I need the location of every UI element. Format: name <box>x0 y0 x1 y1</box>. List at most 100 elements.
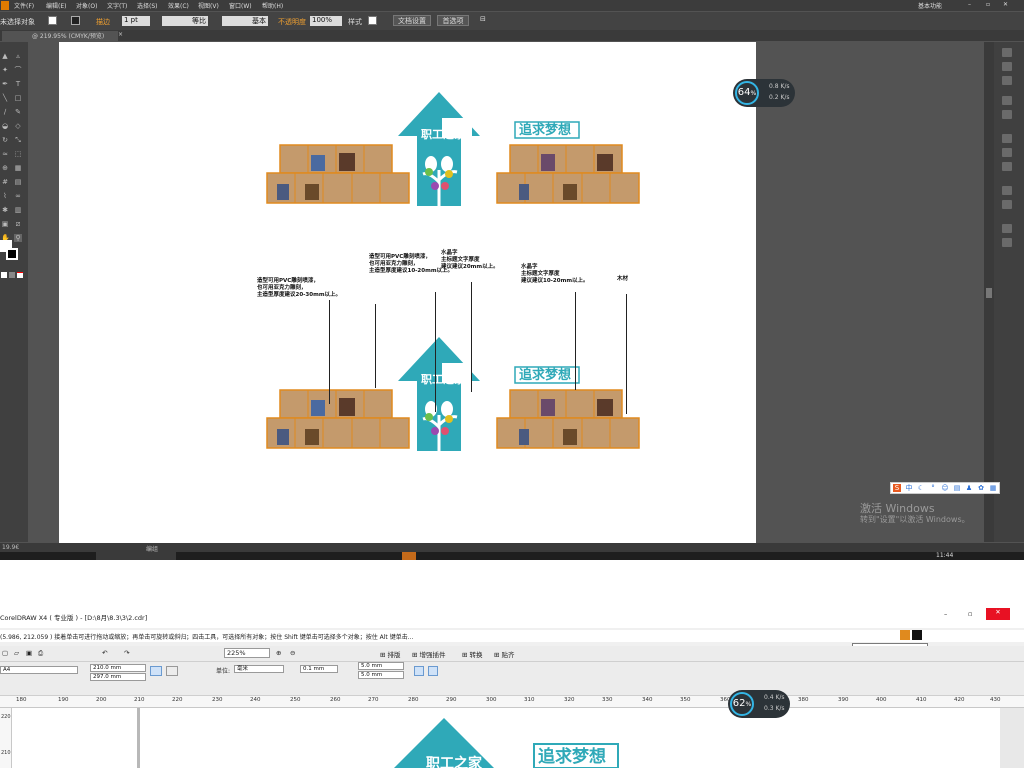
preferences-button[interactable]: 首选项 <box>437 15 469 26</box>
horizontal-ruler[interactable]: 180 190 200 210 220 230 240 250 260 270 … <box>0 696 1024 708</box>
vertical-scrollbar[interactable] <box>984 42 994 542</box>
zoom-tool-icon[interactable]: ⚲ <box>14 234 22 242</box>
rectangle-tool-icon[interactable]: □ <box>14 94 22 102</box>
undo-icon[interactable]: ↶ <box>102 649 107 657</box>
type-tool-icon[interactable]: T <box>14 80 22 88</box>
magic-wand-tool-icon[interactable]: ✦ <box>1 66 9 74</box>
close-button[interactable]: ✕ <box>1003 1 1008 8</box>
direct-selection-tool-icon[interactable]: ▵ <box>14 52 22 60</box>
duplicate-y-field[interactable]: 5.0 mm <box>358 671 404 679</box>
sogou-icon[interactable]: S <box>893 484 901 492</box>
stroke-color-box[interactable] <box>6 248 18 260</box>
toolbar-layout[interactable]: ⊞ 排版 <box>380 649 401 659</box>
zoom-out-icon[interactable]: ⊖ <box>290 649 295 657</box>
stroke-label[interactable]: 描边 <box>96 17 110 27</box>
color-guide-panel-icon[interactable] <box>1002 62 1012 71</box>
toolbar-plugins[interactable]: ⊞ 增强插件 <box>412 649 446 659</box>
symbol-sprayer-tool-icon[interactable]: ✱ <box>1 206 9 214</box>
blob-brush-tool-icon[interactable]: ◒ <box>1 122 9 130</box>
cdr-close-button[interactable]: ✕ <box>986 608 1010 620</box>
close-tab-icon[interactable]: × <box>118 31 123 38</box>
toolbar-snap[interactable]: ⊞ 贴齐 <box>494 649 515 659</box>
scale-tool-icon[interactable]: ⤡ <box>14 136 22 144</box>
ime-moon-icon[interactable]: ☾ <box>917 484 925 492</box>
taskbar-app-1[interactable] <box>96 552 176 560</box>
style-swatch[interactable] <box>368 16 377 25</box>
perspective-grid-tool-icon[interactable]: ▦ <box>14 164 22 172</box>
stroke-swatch[interactable] <box>71 16 80 25</box>
menu-file[interactable]: 文件(F) <box>14 1 34 10</box>
ime-lang-icon[interactable]: 中 <box>905 484 913 492</box>
slice-tool-icon[interactable]: ⧄ <box>14 220 22 228</box>
appearance-panel-icon[interactable] <box>1002 186 1012 195</box>
menu-window[interactable]: 窗口(W) <box>229 1 252 10</box>
pencil-tool-icon[interactable]: ✎ <box>14 108 22 116</box>
nudge-distance-field[interactable]: 0.1 mm <box>300 665 338 673</box>
artboard-tool-icon[interactable]: ▣ <box>1 220 9 228</box>
cdr-restore-button[interactable]: ▫ <box>968 610 972 618</box>
gradient-panel-icon[interactable] <box>1002 148 1012 157</box>
opacity-label[interactable]: 不透明度 <box>278 17 306 27</box>
line-tool-icon[interactable]: ╲ <box>1 94 9 102</box>
page-size-select[interactable]: A4 <box>0 666 78 674</box>
menu-object[interactable]: 对象(O) <box>76 1 97 10</box>
cdr-minimize-button[interactable]: – <box>944 610 947 618</box>
ime-skin-icon[interactable]: ✿ <box>977 484 985 492</box>
brushes-panel-icon[interactable] <box>1002 96 1012 105</box>
menu-view[interactable]: 视图(V) <box>198 1 219 10</box>
fill-swatch[interactable] <box>48 16 57 25</box>
units-link-button[interactable] <box>414 666 424 676</box>
graphic-styles-panel-icon[interactable] <box>1002 200 1012 209</box>
treat-as-filled-button[interactable] <box>428 666 438 676</box>
brush-select[interactable]: 基本 <box>222 16 268 26</box>
artboards-panel-icon[interactable] <box>1002 238 1012 247</box>
workspace-switcher[interactable]: 基本功能 <box>918 1 942 10</box>
open-file-icon[interactable]: ▱ <box>14 649 19 657</box>
redo-icon[interactable]: ↷ <box>124 649 129 657</box>
ime-punct-icon[interactable]: ° <box>929 484 937 492</box>
menu-select[interactable]: 选择(S) <box>137 1 158 10</box>
duplicate-x-field[interactable]: 5.0 mm <box>358 662 404 670</box>
swatches-panel-icon[interactable] <box>1002 76 1012 85</box>
ime-keyboard-icon[interactable]: ▤ <box>953 484 961 492</box>
gradient-mode-button[interactable] <box>9 272 15 278</box>
eraser-tool-icon[interactable]: ◇ <box>14 122 22 130</box>
zoom-level-select[interactable]: 225% <box>224 648 270 658</box>
variable-width-select[interactable]: 等比 <box>162 16 208 26</box>
shape-builder-tool-icon[interactable]: ⊕ <box>1 164 9 172</box>
page-height-field[interactable]: 297.0 mm <box>90 673 146 681</box>
unit-select[interactable]: 毫米 <box>234 665 284 673</box>
save-icon[interactable]: ▣ <box>26 649 32 657</box>
lasso-tool-icon[interactable]: ⌒ <box>14 66 22 74</box>
arrange-icon[interactable]: ⊟ <box>480 15 486 23</box>
restore-button[interactable]: ▫ <box>986 1 990 8</box>
scroll-thumb[interactable] <box>986 288 992 298</box>
print-icon[interactable]: ⎙ <box>38 649 43 658</box>
mesh-tool-icon[interactable]: # <box>1 178 9 186</box>
artboard[interactable]: 职工之家 追求梦想 职工之家 追求梦想 造型可用PVC雕刻喷漆， 也可用亚克力雕… <box>59 42 756 543</box>
cdr-network-speed-widget[interactable]: 62% 0.4 K/s 0.3 K/s <box>728 690 790 718</box>
page-width-field[interactable]: 210.0 mm <box>90 664 146 672</box>
transparency-panel-icon[interactable] <box>1002 162 1012 171</box>
width-tool-icon[interactable]: ≈ <box>1 150 9 158</box>
menu-type[interactable]: 文字(T) <box>107 1 127 10</box>
minimize-button[interactable]: – <box>968 1 971 8</box>
free-transform-tool-icon[interactable]: ⬚ <box>14 150 22 158</box>
ime-menu-icon[interactable]: ▦ <box>989 484 997 492</box>
opacity-field[interactable]: 100% <box>310 16 342 26</box>
drawing-canvas[interactable]: 职工之家 追求梦想 <box>12 708 1000 768</box>
ime-toolbar[interactable]: S 中 ☾ ° ☺ ▤ ♟ ✿ ▦ <box>890 482 1000 494</box>
ime-emoji-icon[interactable]: ☺ <box>941 484 949 492</box>
blend-tool-icon[interactable]: ∞ <box>14 192 22 200</box>
selection-tool-icon[interactable]: ▲ <box>1 52 9 60</box>
pen-tool-icon[interactable]: ✒ <box>1 80 9 88</box>
portrait-button[interactable] <box>150 666 162 676</box>
eyedropper-tool-icon[interactable]: ⌇ <box>1 192 9 200</box>
menu-help[interactable]: 帮助(H) <box>262 1 283 10</box>
stroke-panel-icon[interactable] <box>1002 134 1012 143</box>
rotate-tool-icon[interactable]: ↻ <box>1 136 9 144</box>
document-setup-button[interactable]: 文档设置 <box>393 15 431 26</box>
symbols-panel-icon[interactable] <box>1002 110 1012 119</box>
cdr-vertical-scrollbar[interactable] <box>1000 708 1024 768</box>
paintbrush-tool-icon[interactable]: ∕ <box>1 108 9 116</box>
